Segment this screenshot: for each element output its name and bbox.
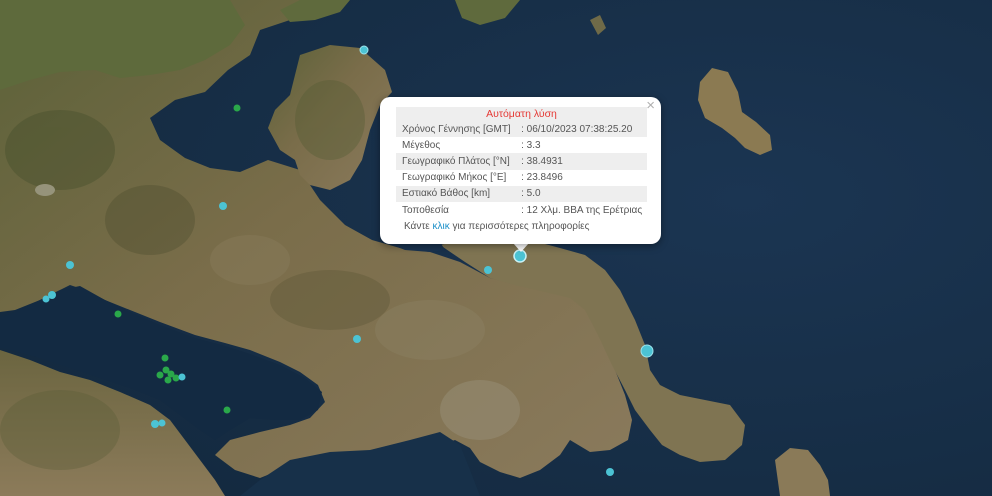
satellite-map[interactable] — [0, 0, 992, 496]
quake-marker[interactable] — [156, 371, 164, 379]
quake-marker[interactable] — [172, 374, 180, 382]
details-label: Γεωγραφικό Μήκος [°E] — [402, 172, 507, 184]
quake-marker[interactable] — [219, 202, 227, 210]
close-icon[interactable]: × — [646, 98, 655, 114]
quake-marker[interactable] — [42, 295, 50, 303]
quake-marker[interactable] — [66, 261, 74, 269]
quake-marker[interactable] — [233, 104, 241, 112]
quake-marker[interactable] — [114, 310, 122, 318]
quake-marker[interactable] — [164, 376, 172, 384]
quake-marker[interactable] — [151, 420, 159, 428]
quake-marker[interactable] — [606, 468, 614, 476]
details-value: : 38.4931 — [515, 153, 647, 170]
details-table: Χρόνος Γέννησης [GMT]: 06/10/2023 07:38:… — [396, 121, 647, 218]
details-row: Μέγεθος : 3.3 — [396, 137, 647, 153]
quake-marker[interactable] — [161, 354, 169, 362]
details-value: : 06/10/2023 07:38:25.20 — [515, 121, 647, 138]
quake-marker[interactable] — [158, 419, 166, 427]
details-value: : 3.3 — [521, 139, 541, 151]
details-row: Χρόνος Γέννησης [GMT]: 06/10/2023 07:38:… — [396, 121, 647, 138]
details-label: Τοποθεσία — [402, 204, 449, 216]
details-row: Γεωγραφικό Πλάτος [°N]: 38.4931 — [396, 153, 647, 170]
details-label: Μέγεθος — [402, 139, 441, 151]
quake-marker[interactable] — [353, 335, 361, 343]
quake-marker[interactable] — [359, 45, 369, 55]
popup-title: Αυτόματη λύση — [396, 107, 647, 121]
details-row: Τοποθεσία : 12 Χλμ. ΒΒΑ της Ερέτριας — [396, 202, 647, 218]
details-value: : 5.0 — [515, 185, 647, 202]
details-row: Εστιακό Βάθος [km]: 5.0 — [396, 185, 647, 202]
details-label: Γεωγραφικό Πλάτος [°N] — [396, 153, 516, 170]
details-label: Χρόνος Γέννησης [GMT] — [396, 121, 516, 138]
quake-marker[interactable] — [223, 406, 231, 414]
quake-marker[interactable] — [484, 266, 492, 274]
details-row: Γεωγραφικό Μήκος [°E] : 23.8496 — [396, 170, 647, 186]
details-value: : 23.8496 — [521, 172, 563, 184]
quake-marker[interactable] — [178, 373, 186, 381]
popup-tip — [513, 243, 529, 252]
more-info-text: Κάντε κλικ για περισσότερες πληροφορίες — [404, 221, 590, 233]
details-label: Εστιακό Βάθος [km] — [396, 185, 516, 202]
details-value: : 12 Χλμ. ΒΒΑ της Ερέτριας — [521, 204, 643, 216]
more-info-link[interactable]: κλικ — [433, 221, 450, 232]
earthquake-popup: × Αυτόματη λύση Χρόνος Γέννησης [GMT]: 0… — [380, 97, 661, 244]
quake-marker[interactable] — [640, 344, 654, 358]
